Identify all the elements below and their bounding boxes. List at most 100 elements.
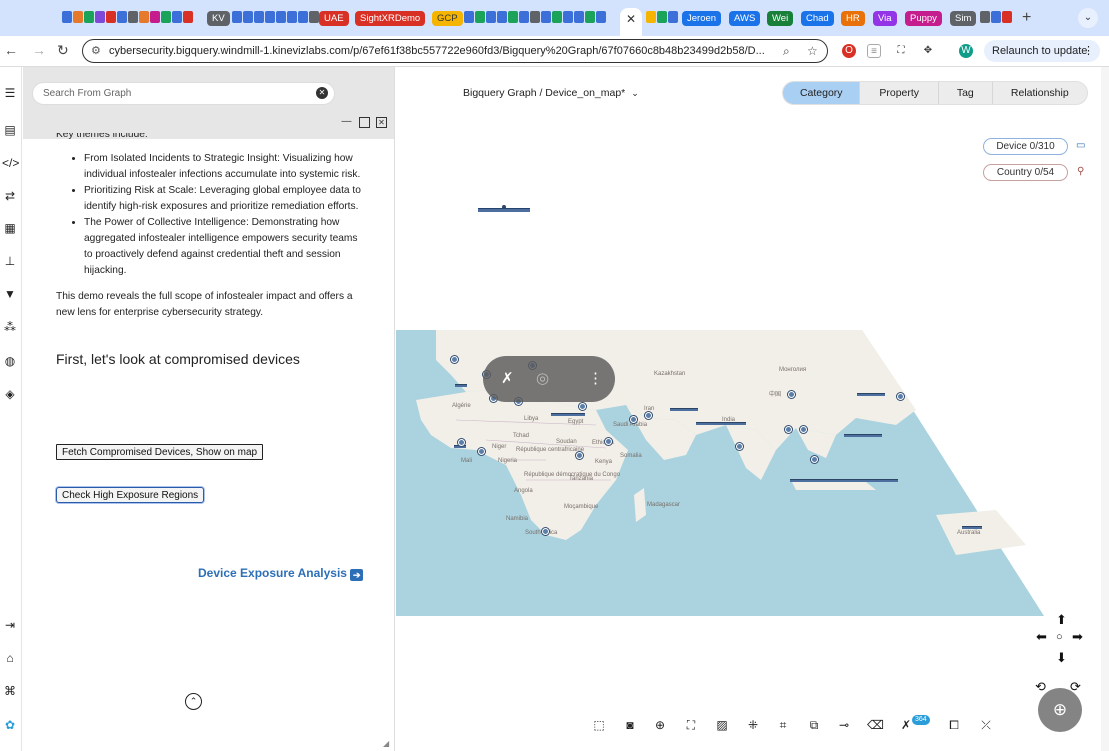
eraser-icon[interactable]: ⌫ <box>867 717 884 733</box>
device-node[interactable] <box>630 416 637 423</box>
pan-up-icon[interactable]: ⬆ <box>1056 612 1067 628</box>
pan-down-icon[interactable]: ⬇ <box>1056 650 1067 666</box>
reader-extension-icon[interactable]: ≡ <box>867 44 881 58</box>
browser-menu-icon[interactable]: ⋮ <box>1083 40 1094 62</box>
more-options-icon[interactable]: ⋮ <box>588 369 603 387</box>
active-tab[interactable]: ✕ <box>620 8 642 36</box>
extensions-puzzle-icon[interactable]: ✥ <box>921 44 935 58</box>
tab-favicons-d[interactable] <box>980 11 1012 25</box>
device-node[interactable] <box>605 438 612 445</box>
close-panel-icon[interactable]: ✕ <box>376 117 387 128</box>
device-cluster[interactable] <box>857 393 885 396</box>
zoom-icon[interactable]: ⌕ <box>783 44 790 59</box>
new-tab-icon[interactable]: + <box>1022 9 1031 27</box>
tab-group-aws[interactable]: AWS <box>729 11 761 26</box>
device-cluster[interactable] <box>696 422 746 425</box>
url-text[interactable]: cybersecurity.bigquery.windmill-1.kinevi… <box>109 45 765 57</box>
check-regions-button[interactable]: Check High Exposure Regions <box>56 487 205 503</box>
graph-title[interactable]: Bigquery Graph / Device_on_map* ⌄ <box>463 87 639 99</box>
graph-canvas[interactable]: Bigquery Graph / Device_on_map* ⌄ Categor… <box>396 67 1109 751</box>
resize-handle-icon[interactable]: ◢ <box>383 739 389 748</box>
crop-icon[interactable]: ⌗ <box>775 717 791 733</box>
opera-extension-icon[interactable]: O <box>842 44 856 58</box>
brain-icon[interactable]: ✿ <box>2 717 18 733</box>
device-node[interactable] <box>736 443 743 450</box>
back-icon[interactable]: ← <box>4 42 18 58</box>
site-info-icon[interactable]: ⚙ <box>91 44 101 57</box>
device-node[interactable] <box>897 393 904 400</box>
legend-country[interactable]: Country 0/54 <box>983 164 1068 181</box>
tab-group-gcp[interactable]: GCP <box>432 11 463 26</box>
tab-relationship[interactable]: Relationship <box>993 82 1087 104</box>
maximize-icon[interactable] <box>359 117 370 128</box>
layout-icon[interactable]: ⁜ <box>745 717 761 733</box>
relaunch-button[interactable]: Relaunch to update ⋮ <box>984 40 1100 62</box>
path-icon[interactable]: ⊸ <box>836 717 852 733</box>
node-cluster[interactable] <box>478 205 530 212</box>
camera-icon[interactable]: ◙ <box>622 717 638 733</box>
tab-group-kv[interactable]: KV <box>207 11 230 26</box>
device-cluster[interactable] <box>670 408 698 411</box>
tab-group-sim[interactable]: Sim <box>950 11 977 26</box>
cube-icon[interactable]: ◈ <box>2 386 18 402</box>
device-node[interactable] <box>788 391 795 398</box>
unpin-icon[interactable]: ✗ <box>501 369 514 387</box>
graph-search[interactable]: ✕ <box>32 82 335 105</box>
tab-favicons-b[interactable] <box>464 11 606 25</box>
zoom-search-button[interactable]: ⊕ <box>1038 688 1082 732</box>
device-cluster[interactable] <box>455 384 467 387</box>
logout-icon[interactable]: ⇥ <box>2 617 18 633</box>
hamburger-menu-icon[interactable]: ☰ <box>2 85 18 101</box>
tab-group-hr[interactable]: HR <box>841 11 865 26</box>
pinned-tab-favicons[interactable] <box>62 11 202 25</box>
address-bar[interactable]: ⚙ cybersecurity.bigquery.windmill-1.kine… <box>82 39 828 63</box>
graph-layout-icon[interactable]: ⤫ <box>978 717 994 733</box>
image-icon[interactable]: ▨ <box>714 717 730 733</box>
device-cluster[interactable] <box>962 526 982 529</box>
target-icon[interactable]: ⊕ <box>652 717 668 733</box>
filter-icon[interactable]: ▼ <box>2 286 18 302</box>
device-node[interactable] <box>478 448 485 455</box>
device-cluster[interactable] <box>551 413 585 416</box>
tab-tag[interactable]: Tag <box>939 82 993 104</box>
close-tab-icon[interactable]: ✕ <box>626 12 636 26</box>
frame-icon[interactable]: ⛶ <box>683 717 699 733</box>
clear-search-icon[interactable]: ✕ <box>316 87 328 99</box>
select-all-icon[interactable]: ⬚ <box>591 717 607 733</box>
pan-right-icon[interactable]: ➡ <box>1072 629 1083 645</box>
reload-icon[interactable]: ↻ <box>57 42 69 59</box>
hide-icon[interactable]: ◎ <box>536 369 549 387</box>
search-input[interactable] <box>43 86 303 101</box>
tab-group-via[interactable]: Via <box>873 11 897 26</box>
device-node[interactable] <box>811 456 818 463</box>
device-cluster[interactable] <box>844 434 882 437</box>
tab-group-puppy[interactable]: Puppy <box>905 11 942 26</box>
tab-favicons-c[interactable] <box>646 11 678 25</box>
document-icon[interactable]: ▤ <box>2 122 18 138</box>
hierarchy-icon[interactable]: ⊥ <box>2 253 18 269</box>
network-icon[interactable]: ⁂ <box>2 319 18 335</box>
device-node[interactable] <box>645 412 652 419</box>
tab-group-jeroen[interactable]: Jeroen <box>682 11 722 26</box>
tab-search-icon[interactable]: ⌄ <box>1078 8 1098 28</box>
scrollbar[interactable] <box>1101 67 1109 751</box>
next-page-link[interactable]: Device Exposure Analysis ➔ <box>198 566 364 581</box>
command-icon[interactable]: ⌘ <box>2 683 18 699</box>
code-icon[interactable]: </> <box>2 155 19 171</box>
profile-avatar[interactable]: W <box>959 44 973 58</box>
pan-left-icon[interactable]: ⬅ <box>1036 629 1047 645</box>
rotate-left-icon[interactable]: ⟲ <box>1035 679 1046 695</box>
tab-group-uae[interactable]: UAE <box>319 11 349 26</box>
globe-icon[interactable]: ◍ <box>2 353 18 369</box>
device-node[interactable] <box>579 403 586 410</box>
export-icon[interactable]: ⧠ <box>946 717 962 733</box>
center-icon[interactable]: ○ <box>1056 631 1063 643</box>
tab-group-chad[interactable]: Chad <box>801 11 834 26</box>
home-icon[interactable]: ⌂ <box>2 650 18 666</box>
table-icon[interactable]: ▦ <box>2 220 18 236</box>
forward-icon[interactable]: → <box>32 42 46 58</box>
device-node[interactable] <box>785 426 792 433</box>
tab-group-wei[interactable]: Wei <box>767 11 794 26</box>
device-cluster[interactable] <box>790 479 898 482</box>
transfer-icon[interactable]: ⇄ <box>2 188 18 204</box>
